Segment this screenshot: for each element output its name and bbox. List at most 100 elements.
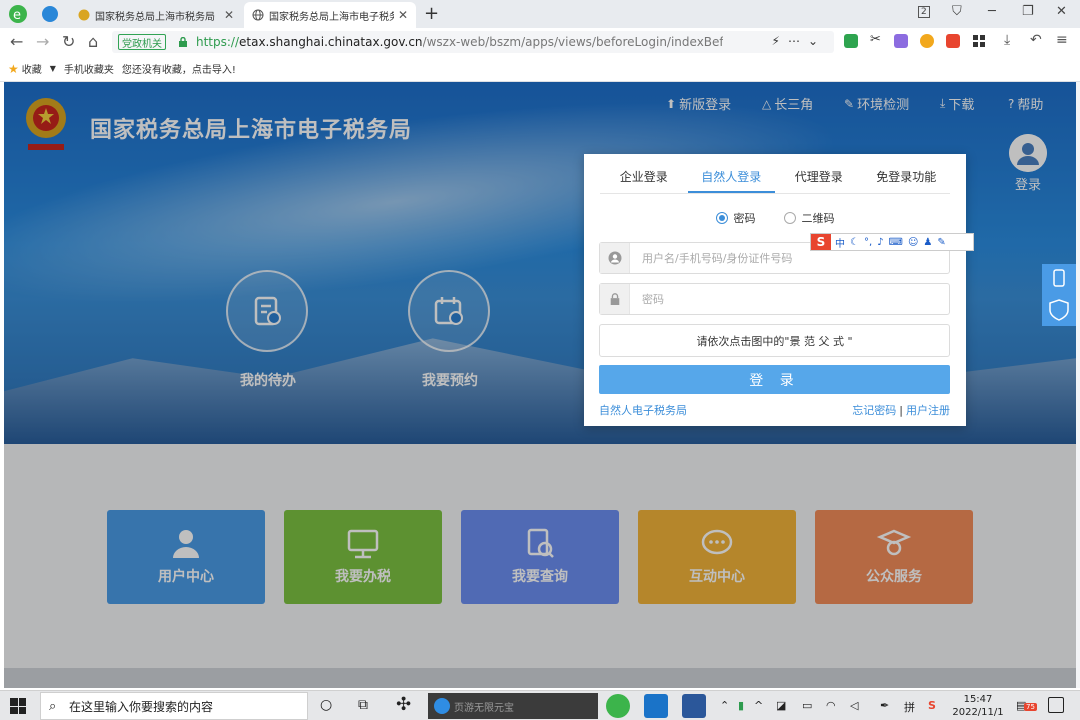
taskbar-browser-app[interactable]: 页游无限元宝 <box>428 693 598 719</box>
radio-password[interactable]: 密码 <box>715 210 756 226</box>
task-view-icon[interactable]: ⧉ <box>358 697 368 713</box>
star-icon[interactable]: ★ <box>8 62 19 76</box>
password-input[interactable] <box>630 285 949 313</box>
login-links: 自然人电子税务局 忘记密码 | 用户注册 <box>599 402 950 418</box>
telegram-icon[interactable] <box>42 6 58 22</box>
microphone-icon[interactable]: ♪ <box>877 237 883 248</box>
url-host: etax.shanghai.chinatax.gov.cn <box>239 35 423 49</box>
home-icon[interactable]: ⌂ <box>88 32 98 51</box>
ime-mode-toggle[interactable]: 中 <box>835 235 845 250</box>
radio-label: 密码 <box>733 212 756 225</box>
address-tools[interactable]: ⚡⋯⌄ <box>772 34 826 48</box>
volume-icon[interactable]: ◁ <box>850 699 858 712</box>
login-submit-button[interactable]: 登 录 <box>599 365 950 394</box>
tab-no-login-features[interactable]: 免登录功能 <box>863 166 951 193</box>
action-center-icon[interactable] <box>1048 697 1064 713</box>
url-scheme: https:// <box>196 35 240 49</box>
skin-icon[interactable]: ♟ <box>923 237 932 248</box>
back-icon[interactable]: ← <box>10 32 23 51</box>
password-field <box>599 283 950 315</box>
tray-app-icon[interactable]: ◪ <box>776 699 786 712</box>
extension-icon[interactable] <box>894 34 908 48</box>
ime-toolbar[interactable]: S 中 ☾ °, ♪ ⌨ ☺ ♟ ✎ <box>810 233 974 251</box>
radio-qrcode[interactable]: 二维码 <box>783 210 835 226</box>
sogou-logo-icon[interactable]: S <box>811 234 831 250</box>
scissors-icon[interactable]: ✂ <box>870 32 884 47</box>
windows-start-icon[interactable] <box>10 698 26 714</box>
mobile-shield-icon <box>1049 269 1069 321</box>
tab-etax[interactable]: 国家税务总局上海市电子税务 ✕ <box>244 2 416 28</box>
taskbar-app-text: 页游无限元宝 <box>454 702 514 714</box>
url-path: /wszx-web/bszm/apps/views/beforeLogin/in… <box>422 35 723 49</box>
import-bookmarks-link[interactable]: 您还没有收藏，点击导入! <box>122 61 236 76</box>
punctuation-icon[interactable]: °, <box>864 237 872 248</box>
tab-close-icon[interactable]: ✕ <box>224 8 234 22</box>
pen-icon[interactable]: ✒ <box>880 699 889 712</box>
browser-tab-bar: e 国家税务总局上海市税务局 ✕ 国家税务总局上海市电子税务 ✕ + 2 ⛉ ─… <box>0 0 1080 28</box>
wifi-icon[interactable]: ◠ <box>826 699 836 712</box>
login-tabs: 企业登录 自然人登录 代理登录 免登录功能 <box>600 166 950 194</box>
word-taskbar-icon[interactable] <box>682 694 706 718</box>
tab-close-icon[interactable]: ✕ <box>398 8 408 22</box>
restore-icon[interactable]: ❐ <box>1022 4 1034 19</box>
tray-chevron-icon[interactable]: ^ <box>754 699 763 712</box>
settings-icon[interactable]: ✎ <box>937 237 945 248</box>
ime-tray-icon[interactable]: 拼 <box>904 699 915 715</box>
radio-dot <box>783 212 796 224</box>
search-icon: ⌕ <box>49 699 57 714</box>
address-bar[interactable]: 党政机关 https:// etax.shanghai.chinatax.gov… <box>112 31 834 53</box>
battery-icon[interactable]: ▭ <box>802 699 812 712</box>
tab-shanghai-tax[interactable]: 国家税务总局上海市税务局 ✕ <box>70 2 242 28</box>
window-close-icon[interactable]: ✕ <box>1056 4 1067 19</box>
navigation-bar: ← → ↻ ⌂ 党政机关 https:// etax.shanghai.chin… <box>0 28 1080 56</box>
tab-title: 国家税务总局上海市电子税务 <box>269 11 394 23</box>
tab-title: 国家税务总局上海市税务局 <box>95 11 215 23</box>
click-captcha[interactable]: 请依次点击图中的"景 范 父 式 " <box>599 324 950 357</box>
taskbar-search[interactable]: ⌕ 在这里输入你要搜索的内容 <box>40 692 308 720</box>
moon-icon[interactable]: ☾ <box>850 237 859 248</box>
user-icon[interactable]: ☺ <box>908 237 918 248</box>
forgot-password-link[interactable]: 忘记密码 <box>852 404 896 417</box>
keyboard-icon[interactable]: ⌨ <box>889 237 903 248</box>
side-float-bar[interactable] <box>1042 264 1076 326</box>
notification-badge: 75 <box>1024 703 1037 711</box>
favorites-menu[interactable]: 收藏 <box>22 61 42 76</box>
cortana-icon[interactable]: ○ <box>320 697 332 713</box>
chevron-down-icon[interactable]: ▼ <box>50 64 56 73</box>
account-links: 忘记密码 | 用户注册 <box>852 402 950 418</box>
extension-icon[interactable] <box>946 34 960 48</box>
clock-date: 2022/11/1 <box>952 707 1004 718</box>
battery-app-icon[interactable]: ▮ <box>738 699 744 712</box>
radio-dot <box>715 212 728 224</box>
individual-etax-link[interactable]: 自然人电子税务局 <box>599 402 687 418</box>
mobile-favorites[interactable]: 手机收藏夹 <box>64 61 114 76</box>
windows-taskbar: ⌕ 在这里输入你要搜索的内容 ○ ⧉ ✣ 页游无限元宝 ⌃ ▮ ^ ◪ ▭ ◠ … <box>0 690 1080 720</box>
minimize-icon[interactable]: ─ <box>988 4 996 19</box>
register-link[interactable]: 用户注册 <box>906 404 950 417</box>
chevron-up-icon[interactable]: ⌃ <box>720 699 729 712</box>
app-butterfly-icon[interactable]: ✣ <box>396 694 411 715</box>
browser-taskbar-icon[interactable] <box>606 694 630 718</box>
menu-icon[interactable]: ≡ <box>1056 32 1068 48</box>
radio-label: 二维码 <box>801 212 835 225</box>
reload-icon[interactable]: ↻ <box>62 32 75 51</box>
mail-taskbar-icon[interactable] <box>644 694 668 718</box>
undo-icon[interactable]: ↶ <box>1030 32 1042 48</box>
lock-icon[interactable] <box>178 37 188 47</box>
apps-grid-icon[interactable] <box>972 34 986 48</box>
tab-enterprise-login[interactable]: 企业登录 <box>600 166 688 193</box>
tab-individual-login[interactable]: 自然人登录 <box>687 166 775 193</box>
tab-agent-login[interactable]: 代理登录 <box>775 166 863 193</box>
download-icon[interactable]: ⤓ <box>1004 32 1010 48</box>
gov-security-badge[interactable]: 党政机关 <box>118 34 166 50</box>
browser-logo-icon[interactable]: e <box>8 4 28 24</box>
extension-icon[interactable] <box>844 34 858 48</box>
taskbar-search-placeholder: 在这里输入你要搜索的内容 <box>69 699 214 714</box>
new-tab-button[interactable]: + <box>424 3 439 24</box>
forward-icon[interactable]: → <box>36 32 49 51</box>
sogou-tray-icon[interactable]: S <box>928 699 936 712</box>
taskbar-clock[interactable]: 15:47 2022/11/1 <box>950 693 1006 719</box>
extension-icon[interactable] <box>920 34 934 48</box>
tab-count-button[interactable]: 2 <box>918 6 930 18</box>
shirt-icon[interactable]: ⛉ <box>952 4 962 19</box>
